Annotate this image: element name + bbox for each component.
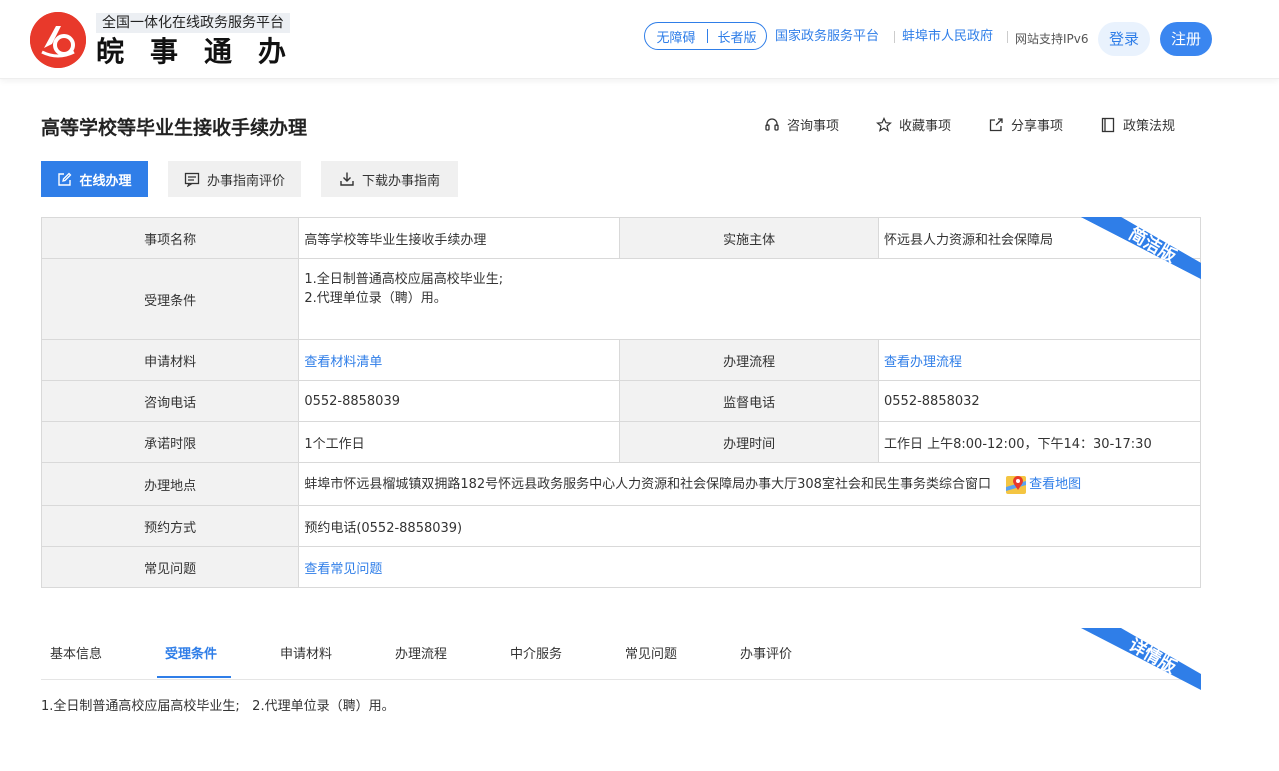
table-row: 承诺时限 1个工作日 办理时间 工作日 上午8:00-12:00，下午14：30… [40, 421, 1201, 463]
active-tab-indicator [157, 676, 231, 678]
supervise-phone-value: 0552-8858032 [878, 380, 1201, 422]
subject-label: 实施主体 [619, 217, 879, 259]
comment-icon [184, 172, 200, 187]
share-action[interactable]: 分享事项 [988, 115, 1063, 134]
materials-list-link[interactable]: 查看材料清单 [304, 355, 382, 370]
view-map-link[interactable]: 查看地图 [1029, 477, 1081, 492]
favorite-action-label: 收藏事项 [899, 119, 952, 134]
share-icon [989, 117, 1003, 131]
guide-evaluate-button[interactable]: 办事指南评价 [168, 161, 301, 197]
detail-tabs: 基本信息 受理条件 申请材料 办理流程 中介服务 常见问题 办事评价 [41, 632, 1201, 680]
register-button[interactable]: 注册 [1160, 22, 1212, 56]
elder-mode-button[interactable]: 长者版 [708, 27, 766, 46]
condition-line: 1.全日制普通高校应届高校毕业生; [304, 272, 504, 287]
download-guide-label: 下载办事指南 [361, 173, 440, 189]
faq-label: 常见问题 [40, 546, 300, 588]
map-pin-icon[interactable] [1005, 473, 1027, 495]
tab-content-text: 1.全日制普通高校应届高校毕业生; 2.代理单位录（聘）用。 [41, 699, 395, 714]
office-hours-label: 办理时间 [619, 421, 879, 463]
policy-action-label: 政策法规 [1123, 119, 1176, 134]
brand-name[interactable]: 皖事通办 [96, 34, 312, 70]
conditions-value: 1.全日制普通高校应届高校毕业生; 2.代理单位录（聘）用。 [298, 258, 1201, 340]
download-icon [340, 172, 354, 186]
tab-evaluation[interactable]: 办事评价 [740, 643, 792, 679]
login-button[interactable]: 登录 [1098, 22, 1150, 56]
guide-evaluate-label: 办事指南评价 [206, 173, 285, 189]
booking-label: 预约方式 [40, 505, 300, 547]
divider [894, 31, 895, 43]
condition-line: 2.代理单位录（聘）用。 [304, 291, 447, 306]
table-row: 申请材料 查看材料清单 办理流程 查看办理流程 [40, 339, 1201, 381]
online-apply-label: 在线办理 [79, 173, 132, 189]
ipv6-support-text: 网站支持IPv6 [1015, 32, 1089, 46]
table-row: 咨询电话 0552-8858039 监督电话 0552-8858032 [40, 380, 1201, 422]
consult-phone-label: 咨询电话 [40, 380, 300, 422]
tab-faq[interactable]: 常见问题 [625, 643, 677, 679]
location-value: 蚌埠市怀远县榴城镇双拥路182号怀远县政务服务中心人力资源和社会保障局办事大厅3… [304, 476, 991, 492]
table-row: 受理条件 1.全日制普通高校应届高校毕业生; 2.代理单位录（聘）用。 [40, 258, 1201, 340]
item-name-value: 高等学校等毕业生接收手续办理 [298, 217, 621, 259]
table-row: 办理地点 蚌埠市怀远县榴城镇双拥路182号怀远县政务服务中心人力资源和社会保障局… [40, 462, 1201, 506]
booking-value: 预约电话(0552-8858039) [298, 505, 1201, 547]
conditions-label: 受理条件 [40, 258, 300, 340]
share-action-label: 分享事项 [1011, 119, 1064, 134]
materials-label: 申请材料 [40, 339, 300, 381]
process-link[interactable]: 查看办理流程 [884, 355, 962, 370]
faq-link[interactable]: 查看常见问题 [304, 562, 382, 577]
table-row: 预约方式 预约电话(0552-8858039) [40, 505, 1201, 547]
policy-action[interactable]: 政策法规 [1100, 115, 1175, 134]
platform-subtitle: 全国一体化在线政务服务平台 [96, 13, 290, 33]
table-row: 事项名称 高等学校等毕业生接收手续办理 实施主体 怀远县人力资源和社会保障局 [40, 217, 1201, 259]
item-name-label: 事项名称 [40, 217, 300, 259]
city-government-link[interactable]: 蚌埠市人民政府 [902, 28, 993, 46]
national-platform-link[interactable]: 国家政务服务平台 [775, 28, 879, 46]
divider [1007, 31, 1008, 43]
consult-phone-value: 0552-8858039 [298, 380, 621, 422]
time-limit-label: 承诺时限 [40, 421, 300, 463]
accessibility-toggle-group: 无障碍 长者版 [644, 22, 767, 50]
office-hours-value: 工作日 上午8:00-12:00，下午14：30-17:30 [878, 421, 1201, 463]
download-guide-button[interactable]: 下载办事指南 [321, 161, 458, 197]
star-icon [876, 116, 892, 132]
consult-action-label: 咨询事项 [787, 119, 840, 134]
service-info-table: 事项名称 高等学校等毕业生接收手续办理 实施主体 怀远县人力资源和社会保障局 受… [40, 217, 1201, 588]
favorite-action[interactable]: 收藏事项 [876, 115, 951, 134]
supervise-phone-label: 监督电话 [619, 380, 879, 422]
anhui-logo-icon[interactable] [30, 12, 86, 68]
headset-icon [765, 117, 779, 131]
simple-version-ribbon[interactable]: 简洁版 [1081, 217, 1201, 279]
accessibility-button[interactable]: 无障碍 [645, 27, 707, 46]
location-cell: 蚌埠市怀远县榴城镇双拥路182号怀远县政务服务中心人力资源和社会保障局办事大厅3… [298, 462, 1201, 506]
page-title: 高等学校等毕业生接收手续办理 [41, 117, 308, 139]
detail-version-ribbon[interactable]: 详情版 [1081, 628, 1201, 690]
consult-action[interactable]: 咨询事项 [764, 115, 839, 134]
tab-basic-info[interactable]: 基本信息 [50, 643, 102, 679]
tab-intermediary[interactable]: 中介服务 [510, 643, 562, 679]
site-header: 全国一体化在线政务服务平台 皖事通办 无障碍 长者版 国家政务服务平台 蚌埠市人… [0, 0, 1279, 79]
tab-conditions[interactable]: 受理条件 [165, 643, 217, 679]
location-label: 办理地点 [40, 462, 300, 506]
book-icon [1101, 117, 1115, 132]
online-apply-button[interactable]: 在线办理 [41, 161, 148, 197]
table-row: 常见问题 查看常见问题 [40, 546, 1201, 588]
edit-icon [58, 172, 72, 186]
time-limit-value: 1个工作日 [298, 421, 621, 463]
tab-materials[interactable]: 申请材料 [280, 643, 332, 679]
process-label: 办理流程 [619, 339, 879, 381]
tab-process[interactable]: 办理流程 [395, 643, 447, 679]
